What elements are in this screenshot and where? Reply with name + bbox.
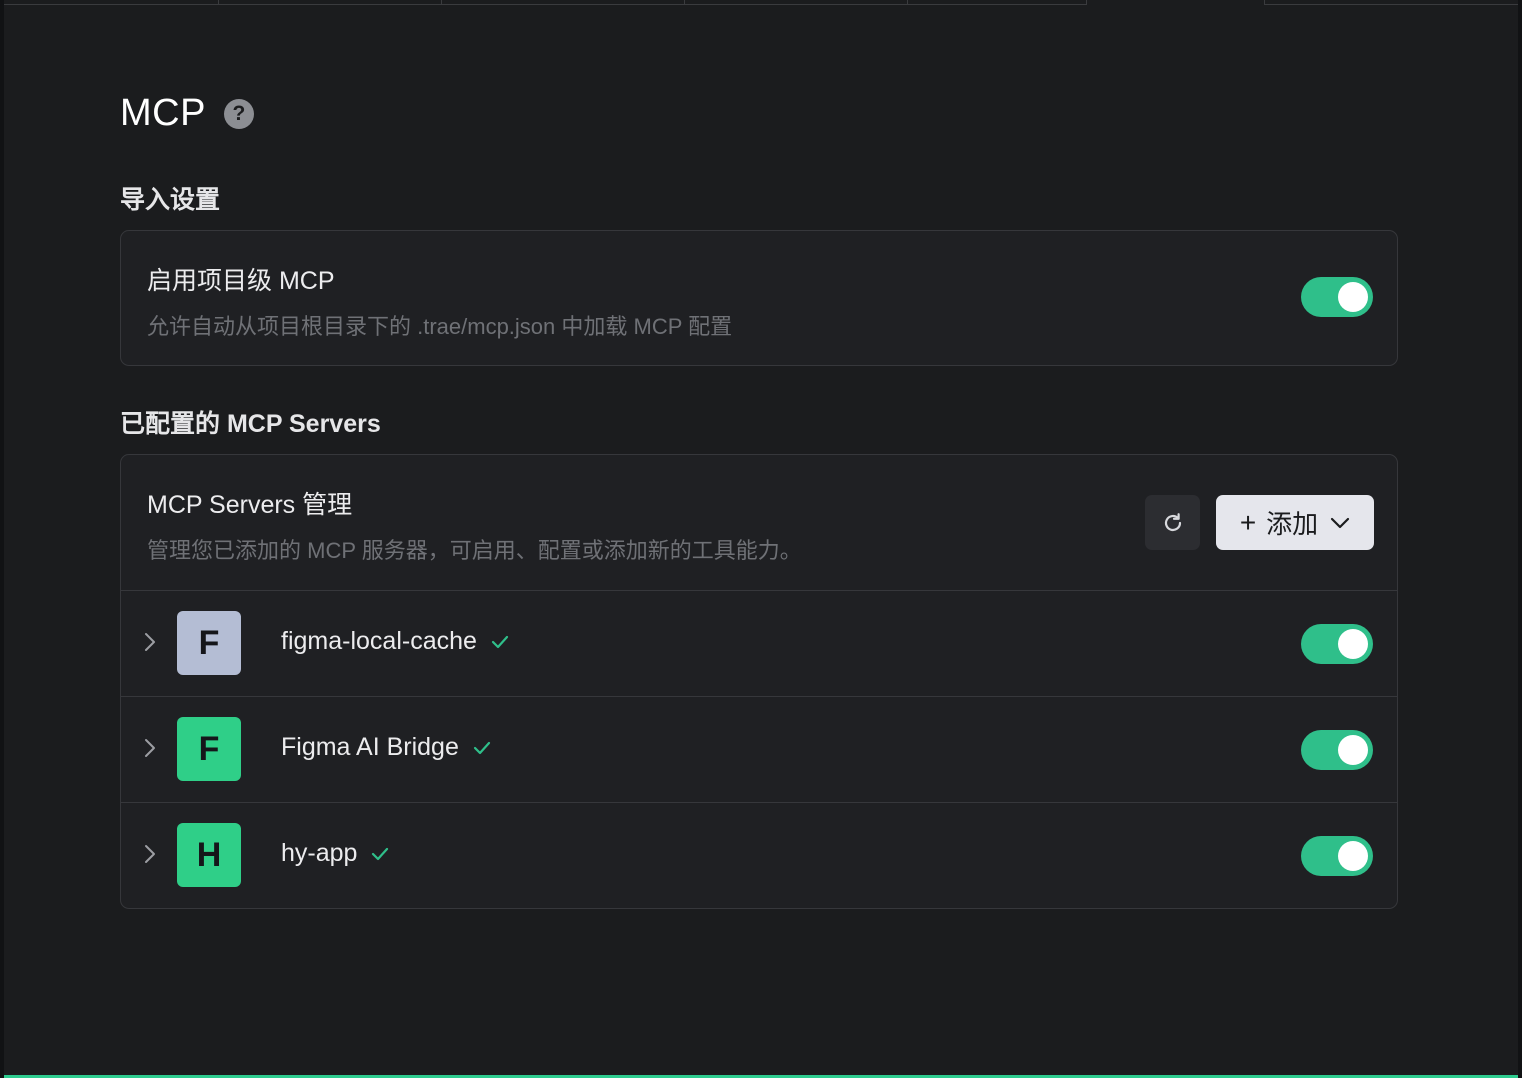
server-name-wrap: Figma AI Bridge xyxy=(281,733,491,762)
refresh-icon xyxy=(1164,512,1181,531)
help-icon[interactable]: ? xyxy=(223,98,254,129)
tab-5[interactable] xyxy=(908,0,1086,5)
check-icon xyxy=(371,847,389,861)
server-row[interactable]: F Figma AI Bridge xyxy=(121,696,1397,802)
server-name: hy-app xyxy=(281,839,358,867)
tab-7[interactable] xyxy=(1265,0,1518,5)
tab-3[interactable] xyxy=(442,0,684,5)
add-server-label: 添加 xyxy=(1266,509,1319,539)
server-toggle[interactable] xyxy=(1301,730,1373,770)
project-mcp-toggle[interactable] xyxy=(1301,277,1373,317)
server-row[interactable]: F figma-local-cache xyxy=(121,590,1397,696)
server-avatar: F xyxy=(177,611,241,675)
refresh-button[interactable] xyxy=(1145,495,1200,550)
toggle-knob xyxy=(1338,282,1368,312)
tab-divider xyxy=(1086,0,1087,5)
toggle-knob xyxy=(1338,841,1368,871)
server-name-wrap: figma-local-cache xyxy=(281,627,509,656)
server-row[interactable]: H hy-app xyxy=(121,802,1397,908)
servers-management-description: 管理您已添加的 MCP 服务器，可启用、配置或添加新的工具能力。 xyxy=(147,538,802,563)
project-mcp-description: 允许自动从项目根目录下的 .trae/mcp.json 中加载 MCP 配置 xyxy=(147,314,733,339)
add-server-button[interactable]: + 添加 xyxy=(1216,495,1374,550)
configured-servers-heading: 已配置的 MCP Servers xyxy=(120,410,381,438)
settings-panel: MCP ? 导入设置 启用项目级 MCP 允许自动从项目根目录下的 .trae/… xyxy=(4,0,1518,1078)
server-name: Figma AI Bridge xyxy=(281,733,459,761)
page-title: MCP xyxy=(120,92,206,134)
server-name-wrap: hy-app xyxy=(281,839,389,868)
plus-icon: + xyxy=(1239,506,1257,538)
server-avatar: H xyxy=(177,823,241,887)
servers-management-title: MCP Servers 管理 xyxy=(147,491,353,519)
chevron-right-icon[interactable] xyxy=(143,737,157,759)
page-header: MCP ? xyxy=(120,92,254,135)
chevron-right-icon[interactable] xyxy=(143,631,157,653)
toggle-knob xyxy=(1338,735,1368,765)
chevron-right-icon[interactable] xyxy=(143,843,157,865)
top-tab-strip xyxy=(4,0,1518,6)
servers-card: MCP Servers 管理 管理您已添加的 MCP 服务器，可启用、配置或添加… xyxy=(120,454,1398,909)
server-name: figma-local-cache xyxy=(281,627,477,655)
tab-1[interactable] xyxy=(4,0,218,5)
check-icon xyxy=(491,635,509,649)
server-toggle[interactable] xyxy=(1301,836,1373,876)
toggle-knob xyxy=(1338,629,1368,659)
server-toggle[interactable] xyxy=(1301,624,1373,664)
project-mcp-title: 启用项目级 MCP xyxy=(147,267,335,295)
tab-4[interactable] xyxy=(685,0,907,5)
server-avatar: F xyxy=(177,717,241,781)
tab-2[interactable] xyxy=(219,0,441,5)
import-settings-heading: 导入设置 xyxy=(120,186,221,214)
check-icon xyxy=(473,741,491,755)
chevron-down-icon xyxy=(1330,517,1350,529)
project-mcp-card: 启用项目级 MCP 允许自动从项目根目录下的 .trae/mcp.json 中加… xyxy=(120,230,1398,366)
